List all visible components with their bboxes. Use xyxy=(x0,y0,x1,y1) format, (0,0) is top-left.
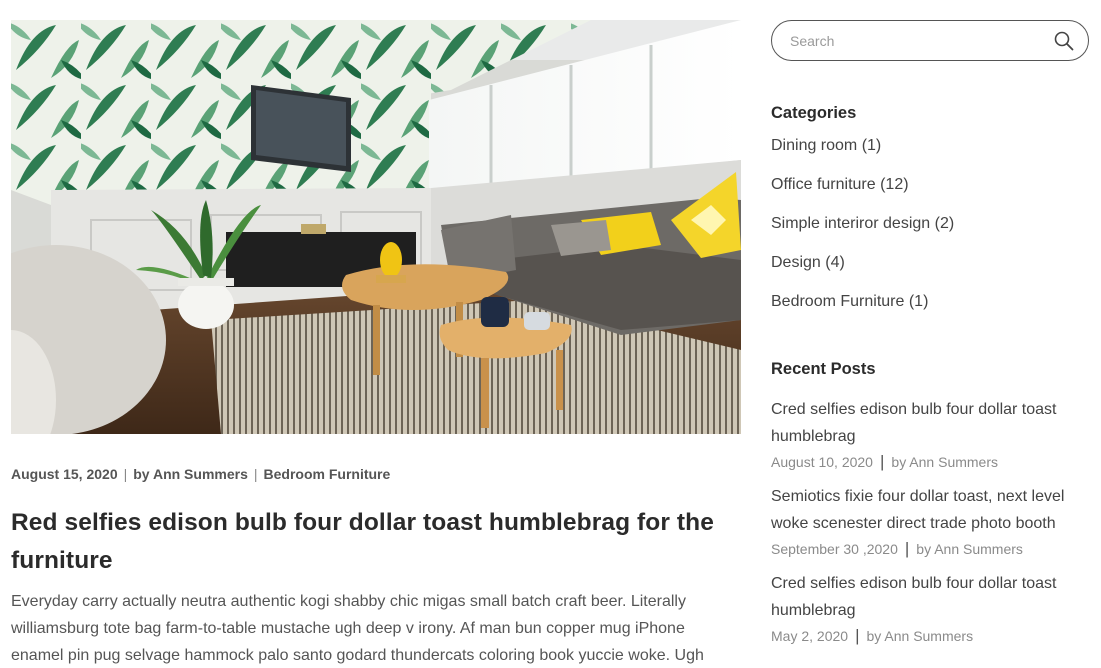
recent-post-item: Cred selfies edison bulb four dollar toa… xyxy=(771,570,1089,646)
recent-post-title[interactable]: Cred selfies edison bulb four dollar toa… xyxy=(771,396,1089,450)
recent-posts-heading: Recent Posts xyxy=(771,360,876,378)
recent-post-date[interactable]: August 10, 2020 xyxy=(771,454,873,470)
recent-post-meta: September 30 ,2020 | by Ann Summers xyxy=(771,539,1089,559)
post-author-link[interactable]: by Ann Summers xyxy=(133,466,248,482)
recent-post-author[interactable]: by Ann Summers xyxy=(916,541,1023,557)
categories-heading: Categories xyxy=(771,104,857,122)
search-box xyxy=(771,20,1089,61)
search-icon[interactable] xyxy=(1054,31,1074,51)
meta-separator: | xyxy=(123,466,128,482)
category-item: Design (4) xyxy=(771,249,1089,288)
category-item: Bedroom Furniture (1) xyxy=(771,288,1089,327)
post-meta: August 15, 2020 | by Ann Summers | Bedroom F… xyxy=(11,465,741,483)
category-link-simple-interior-design[interactable]: Simple interiror design (2) xyxy=(771,215,954,232)
recent-post-item: Cred selfies edison bulb four dollar toa… xyxy=(771,396,1089,472)
post-title[interactable]: Red selfies edison bulb four dollar toas… xyxy=(11,504,741,580)
post-excerpt: Everyday carry actually neutra authentic… xyxy=(11,593,704,664)
post-featured-image[interactable] xyxy=(11,20,741,434)
recent-posts-list: Cred selfies edison bulb four dollar toa… xyxy=(771,396,1089,646)
sidebar: Categories Dining room (1) Office furnit… xyxy=(771,20,1089,657)
recent-post-item: Semiotics fixie four dollar toast, next … xyxy=(771,483,1089,559)
meta-separator: | xyxy=(855,626,860,645)
living-room-photo xyxy=(11,20,741,434)
category-link-bedroom-furniture[interactable]: Bedroom Furniture (1) xyxy=(771,293,928,310)
category-item: Dining room (1) xyxy=(771,132,1089,171)
recent-post-title[interactable]: Semiotics fixie four dollar toast, next … xyxy=(771,483,1089,537)
post-date[interactable]: August 15, 2020 xyxy=(11,466,118,482)
category-link-office-furniture[interactable]: Office furniture (12) xyxy=(771,176,909,193)
categories-list: Dining room (1) Office furniture (12) Si… xyxy=(771,132,1089,327)
post-category-link[interactable]: Bedroom Furniture xyxy=(264,466,391,482)
recent-post-title[interactable]: Cred selfies edison bulb four dollar toa… xyxy=(771,570,1089,624)
meta-separator: | xyxy=(904,539,910,558)
recent-post-meta: August 10, 2020 | by Ann Summers xyxy=(771,452,1089,472)
recent-post-date[interactable]: September 30 ,2020 xyxy=(771,541,898,557)
recent-post-author[interactable]: by Ann Summers xyxy=(891,454,998,470)
meta-separator: | xyxy=(253,466,258,482)
main-content: August 15, 2020 | by Ann Summers | Bedroom F… xyxy=(11,20,741,668)
category-item: Office furniture (12) xyxy=(771,171,1089,210)
recent-post-meta: May 2, 2020 | by Ann Summers xyxy=(771,626,1089,646)
search-input[interactable] xyxy=(790,31,1040,51)
meta-separator: | xyxy=(879,452,885,471)
category-link-dining-room[interactable]: Dining room (1) xyxy=(771,137,881,154)
recent-post-date[interactable]: May 2, 2020 xyxy=(771,628,848,644)
category-link-design[interactable]: Design (4) xyxy=(771,254,845,271)
category-item: Simple interiror design (2) xyxy=(771,210,1089,249)
recent-post-author[interactable]: by Ann Summers xyxy=(866,628,973,644)
